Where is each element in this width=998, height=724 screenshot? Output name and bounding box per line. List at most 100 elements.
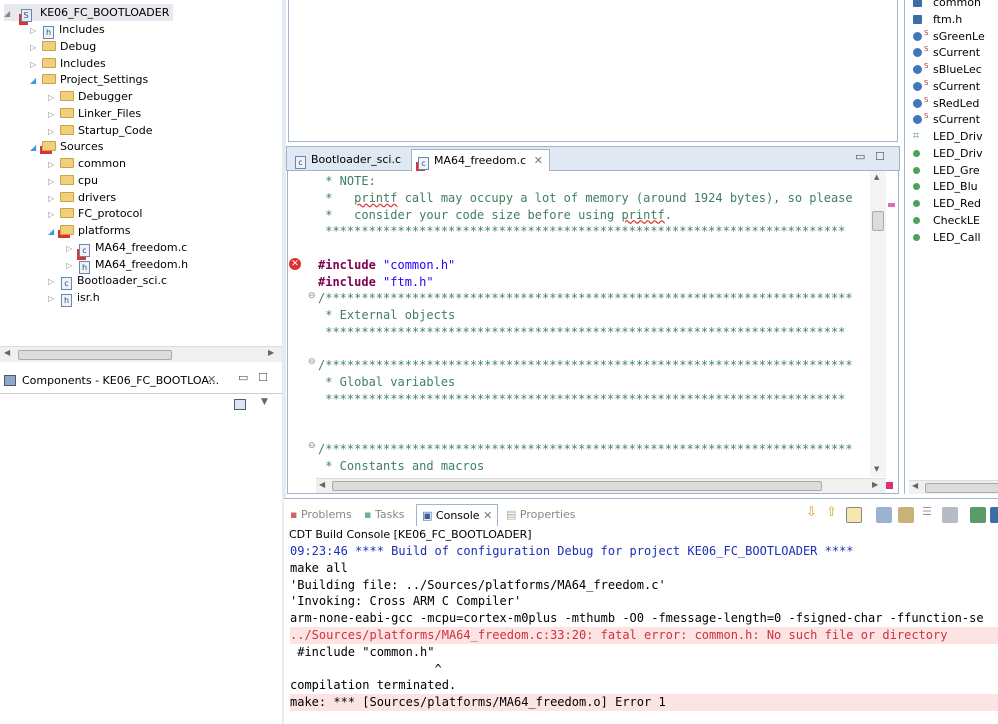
minimize-icon[interactable]: ▭ — [238, 371, 248, 384]
display-console-icon[interactable] — [990, 507, 998, 523]
close-tab-icon[interactable]: ✕ — [483, 509, 492, 522]
fold-icon[interactable]: ⊖ — [308, 441, 316, 451]
scroll-down-icon[interactable]: ⇩ — [806, 505, 817, 520]
error-marker-icon[interactable]: ✕ — [289, 258, 301, 270]
tab-properties[interactable]: ▤ Properties — [506, 504, 576, 526]
maximize-icon[interactable]: ☐ — [875, 150, 885, 163]
tree-item-label: isr.h — [77, 291, 100, 304]
outline-item[interactable]: SsCurrent — [913, 44, 980, 61]
tree-item[interactable]: ▷ c Bootloader_sci.c — [48, 272, 167, 291]
outline-item[interactable]: SsGreenLe — [913, 28, 985, 45]
fold-icon[interactable]: ⊖ — [308, 357, 316, 367]
tree-item[interactable]: ▷ Debug — [30, 38, 96, 55]
scroll-up-icon[interactable]: ⇧ — [826, 505, 837, 520]
tree-item-label: cpu — [78, 173, 99, 187]
outline-item[interactable]: common — [913, 0, 981, 11]
outline-item[interactable]: LED_Red — [913, 195, 981, 212]
tree-item[interactable]: ▷ common — [48, 155, 126, 172]
outline-item[interactable]: SsCurrent — [913, 78, 980, 95]
vertical-scrollbar[interactable]: ▲ ▼ — [870, 171, 886, 477]
outline-item[interactable]: ⌗ LED_Driv — [913, 128, 983, 145]
expand-arrow-icon[interactable]: ▷ — [48, 89, 58, 106]
tab-bootloader-sci-c[interactable]: c Bootloader_sci.c — [289, 149, 407, 171]
expand-arrow-icon[interactable]: ▷ — [48, 106, 58, 123]
project-explorer: ◢ S KE06_FC_BOOTLOADER ▷ h Includes ▷ Debug ▷… — [0, 0, 282, 346]
collapse-all-icon[interactable] — [234, 399, 246, 410]
expand-arrow-icon[interactable]: ▷ — [48, 273, 58, 290]
tree-item[interactable]: ▷ Includes — [30, 55, 106, 72]
tree-item[interactable]: ▷ Linker_Files — [48, 105, 141, 122]
tab-tasks[interactable]: ▪ Tasks — [364, 504, 404, 526]
tree-item[interactable]: ▷ h MA64_freedom.h — [66, 256, 188, 274]
expand-arrow-icon[interactable]: ▷ — [30, 56, 40, 73]
outline-item[interactable]: SsCurrent — [913, 111, 980, 128]
tree-item[interactable]: ▷ Debugger — [48, 88, 132, 105]
code-editor[interactable]: * NOTE: * printf call may occupy a lot o… — [287, 171, 899, 494]
outline-item[interactable]: CheckLE — [913, 212, 980, 229]
tree-horizontal-scrollbar[interactable]: ◀ ▶ — [0, 346, 282, 362]
maximize-icon[interactable]: ☐ — [258, 371, 268, 384]
expand-arrow-icon[interactable]: ▷ — [66, 240, 76, 257]
show-on-output-icon[interactable] — [876, 507, 892, 523]
tree-item[interactable]: ◢ Sources — [30, 138, 104, 155]
tree-item[interactable]: ▷ Startup_Code — [48, 122, 153, 139]
tree-item[interactable]: ▷ c MA64_freedom.c — [66, 239, 187, 257]
outline-item[interactable]: SsBlueLec — [913, 61, 982, 78]
tree-item[interactable]: ◢ Project_Settings — [30, 71, 148, 88]
function-icon — [913, 166, 920, 174]
outline-item[interactable]: ftm.h — [913, 11, 962, 28]
error-summary-marker[interactable] — [886, 482, 893, 489]
console-line: arm-none-eabi-gcc -mcpu=cortex-m0plus -m… — [290, 611, 984, 626]
horizontal-scrollbar[interactable]: ◀ ▶ — [316, 478, 886, 493]
tree-item[interactable]: ▷ FC_protocol — [48, 205, 142, 222]
function-icon — [913, 216, 920, 224]
word-wrap-icon[interactable]: ☰ — [922, 505, 932, 518]
tree-item[interactable]: ▷ drivers — [48, 189, 116, 206]
tree-item[interactable]: ▷ h Includes — [30, 21, 105, 39]
tab-console[interactable]: ▣ Console ✕ — [416, 504, 499, 526]
tree-item[interactable]: ◢ platforms — [48, 222, 130, 239]
code-line: * consider your code size before using p… — [318, 207, 673, 222]
tab-problems[interactable]: ▪ Problems — [290, 504, 352, 526]
expand-arrow-icon[interactable]: ▷ — [48, 156, 58, 173]
expand-arrow-icon[interactable]: ▷ — [66, 257, 76, 274]
outline-item[interactable]: LED_Call — [913, 229, 981, 246]
pin-console-icon[interactable] — [970, 507, 986, 523]
components-panel-header: Components - KE06_FC_BOOTLOA... ✕ ▭ ☐ — [0, 368, 282, 394]
tree-item[interactable]: ▷ h isr.h — [48, 289, 100, 307]
folder-icon — [60, 174, 74, 185]
clear-console-icon[interactable] — [942, 507, 958, 523]
components-tab[interactable]: Components - KE06_FC_BOOTLOA... — [22, 374, 219, 387]
static-variable-icon — [913, 115, 922, 125]
static-variable-icon — [913, 98, 922, 108]
view-menu-icon[interactable]: ▼ — [261, 397, 268, 407]
outline-item[interactable]: LED_Blu — [913, 178, 978, 195]
error-overview-marker[interactable] — [888, 203, 895, 207]
show-on-error-icon[interactable] — [898, 507, 914, 523]
outline-item[interactable]: SsRedLed — [913, 95, 979, 112]
fold-icon[interactable]: ⊖ — [308, 291, 316, 301]
expand-arrow-icon[interactable]: ▷ — [30, 22, 40, 39]
outline-item[interactable]: LED_Driv — [913, 145, 983, 162]
tree-item[interactable]: ▷ cpu — [48, 172, 98, 189]
folder-icon — [42, 57, 56, 68]
collapse-arrow-icon[interactable]: ◢ — [30, 72, 40, 89]
collapse-arrow-icon[interactable]: ◢ — [4, 5, 14, 22]
expand-arrow-icon[interactable]: ▷ — [48, 173, 58, 190]
tree-root[interactable]: ◢ S KE06_FC_BOOTLOADER — [4, 4, 174, 22]
minimize-icon[interactable]: ▭ — [855, 150, 865, 163]
expand-arrow-icon[interactable]: ▷ — [48, 290, 58, 307]
close-icon[interactable]: ✕ — [207, 373, 216, 386]
collapse-arrow-icon[interactable]: ◢ — [48, 223, 58, 240]
scroll-lock-icon[interactable] — [846, 507, 862, 523]
close-tab-icon[interactable]: ✕ — [534, 154, 543, 167]
tab-ma64-freedom-c[interactable]: c MA64_freedom.c ✕ — [411, 149, 550, 171]
outline-scrollbar[interactable]: ◀ — [909, 480, 998, 494]
expand-arrow-icon[interactable]: ▷ — [30, 39, 40, 56]
expand-arrow-icon[interactable]: ▷ — [48, 190, 58, 207]
console-line: 'Building file: ../Sources/platforms/MA6… — [290, 577, 666, 592]
expand-arrow-icon[interactable]: ▷ — [48, 123, 58, 140]
outline-item[interactable]: LED_Gre — [913, 162, 980, 179]
collapse-arrow-icon[interactable]: ◢ — [30, 139, 40, 156]
expand-arrow-icon[interactable]: ▷ — [48, 206, 58, 223]
